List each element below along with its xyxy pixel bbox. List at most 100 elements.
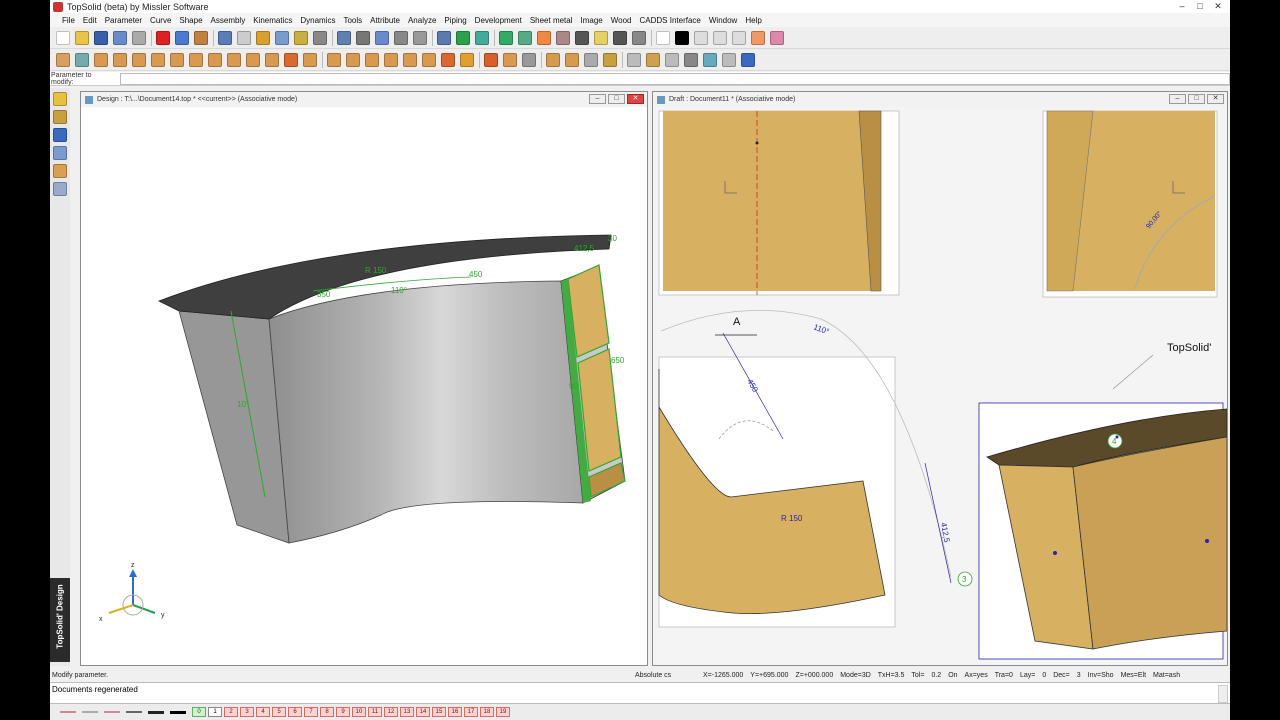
settings-gear-icon[interactable] bbox=[53, 182, 67, 196]
menu-image[interactable]: Image bbox=[581, 16, 603, 25]
color-picker-icon[interactable] bbox=[675, 30, 689, 45]
layer-2[interactable]: 2 bbox=[224, 707, 238, 717]
layer-0[interactable]: 0 bbox=[192, 707, 206, 717]
menu-cadds-interface[interactable]: CADDS Interface bbox=[640, 16, 701, 25]
texture-icon[interactable] bbox=[770, 30, 784, 45]
menu-development[interactable]: Development bbox=[475, 16, 522, 25]
wood-machining-icon[interactable] bbox=[565, 52, 579, 67]
wood-cut-icon[interactable] bbox=[246, 52, 260, 67]
render-icon[interactable] bbox=[499, 30, 513, 45]
wood-grid-icon[interactable] bbox=[75, 52, 89, 67]
design-3d-model[interactable]: R 150 110° 450 30 412,5 650 10° 350 90 z… bbox=[81, 107, 647, 665]
front-view-wood[interactable] bbox=[663, 111, 871, 291]
line-style-5[interactable] bbox=[148, 710, 164, 714]
new-document-icon[interactable] bbox=[56, 30, 70, 45]
layer-10[interactable]: 10 bbox=[352, 707, 366, 717]
material-icon[interactable] bbox=[751, 30, 765, 45]
minimize-button[interactable]: – bbox=[1174, 1, 1190, 12]
undo-icon[interactable] bbox=[175, 30, 189, 45]
wood-export-icon[interactable] bbox=[665, 52, 679, 67]
wood-catalog-icon[interactable] bbox=[646, 52, 660, 67]
line-style-4[interactable] bbox=[126, 711, 142, 713]
layer-4[interactable]: 4 bbox=[256, 707, 270, 717]
draft-pen-icon[interactable] bbox=[53, 110, 67, 124]
draft-viewport[interactable]: 90,00° A 110° 450 R 150 412,5 3 TopSolid… bbox=[653, 107, 1227, 665]
layer-17[interactable]: 17 bbox=[464, 707, 478, 717]
pencil-icon[interactable] bbox=[53, 92, 67, 106]
wood-mode-icon[interactable] bbox=[53, 164, 67, 178]
wood-dowel-icon[interactable] bbox=[346, 52, 360, 67]
delete-icon[interactable] bbox=[156, 30, 170, 45]
repair-icon[interactable] bbox=[275, 30, 289, 45]
symmetry-icon[interactable] bbox=[375, 30, 389, 45]
status-mode[interactable]: Mode=3D bbox=[840, 672, 871, 679]
wood-panel-icon[interactable] bbox=[56, 52, 70, 67]
wood-plan-icon[interactable] bbox=[703, 52, 717, 67]
page-icon[interactable] bbox=[656, 30, 670, 45]
status-dec-value[interactable]: 3 bbox=[1077, 672, 1081, 679]
color-icon[interactable] bbox=[537, 30, 551, 45]
fit-view-icon[interactable] bbox=[456, 30, 470, 45]
layer-11[interactable]: 11 bbox=[368, 707, 382, 717]
layer-15[interactable]: 15 bbox=[432, 707, 446, 717]
wood-drill-icon[interactable] bbox=[284, 52, 298, 67]
wood-arrow-icon[interactable] bbox=[722, 52, 736, 67]
print-icon[interactable] bbox=[113, 30, 127, 45]
measure-icon[interactable] bbox=[413, 30, 427, 45]
select-box-icon[interactable] bbox=[237, 30, 251, 45]
solid-cube-icon[interactable] bbox=[53, 128, 67, 142]
draft-minimize-button[interactable]: – bbox=[1169, 94, 1186, 104]
menu-shape[interactable]: Shape bbox=[179, 16, 202, 25]
line-style-1[interactable] bbox=[60, 711, 76, 713]
wood-gear-icon[interactable] bbox=[684, 52, 698, 67]
layer-3[interactable]: 3 bbox=[240, 707, 254, 717]
status-mat[interactable]: Mat=ash bbox=[1153, 672, 1180, 679]
layer-5[interactable]: 5 bbox=[272, 707, 286, 717]
layer-7[interactable]: 7 bbox=[304, 707, 318, 717]
layer-13[interactable]: 13 bbox=[400, 707, 414, 717]
wood-back-icon[interactable] bbox=[151, 52, 165, 67]
view-cube-icon[interactable] bbox=[475, 30, 489, 45]
wood-tool-icon[interactable] bbox=[603, 52, 617, 67]
coordinate-system[interactable]: Absolute cs bbox=[635, 672, 703, 679]
design-minimize-button[interactable]: – bbox=[589, 94, 606, 104]
dim-412-5[interactable]: 412,5 bbox=[574, 244, 595, 253]
wood-cam-icon[interactable] bbox=[403, 52, 417, 67]
menu-tools[interactable]: Tools bbox=[343, 16, 362, 25]
line-style-6[interactable] bbox=[170, 710, 186, 714]
wood-lamp-icon[interactable] bbox=[460, 52, 474, 67]
light-icon[interactable] bbox=[556, 30, 570, 45]
layer-19[interactable]: 19 bbox=[496, 707, 510, 717]
menu-piping[interactable]: Piping bbox=[444, 16, 466, 25]
dim-angle-10[interactable]: 10° bbox=[237, 400, 249, 409]
design-close-button[interactable]: ✕ bbox=[627, 94, 644, 104]
view-zoom-icon[interactable] bbox=[437, 30, 451, 45]
menu-analyze[interactable]: Analyze bbox=[408, 16, 436, 25]
dim-30[interactable]: 30 bbox=[608, 234, 617, 243]
curved-front-panel[interactable] bbox=[268, 280, 584, 544]
save-icon[interactable] bbox=[94, 30, 108, 45]
wood-drawer-icon[interactable] bbox=[189, 52, 203, 67]
dim-350[interactable]: 350 bbox=[317, 290, 331, 299]
wood-side-icon[interactable] bbox=[132, 52, 146, 67]
wood-part-icon[interactable] bbox=[627, 52, 641, 67]
menu-wood[interactable]: Wood bbox=[611, 16, 632, 25]
parameter-input[interactable] bbox=[119, 72, 1230, 85]
wood-joint-icon[interactable] bbox=[303, 52, 317, 67]
design-viewport[interactable]: R 150 110° 450 30 412,5 650 10° 350 90 z… bbox=[81, 107, 647, 665]
layer-14[interactable]: 14 bbox=[416, 707, 430, 717]
design-maximize-button[interactable]: □ bbox=[608, 94, 625, 104]
layer-8[interactable]: 8 bbox=[320, 707, 334, 717]
wood-handle-icon[interactable] bbox=[441, 52, 455, 67]
menu-edit[interactable]: Edit bbox=[83, 16, 97, 25]
menu-kinematics[interactable]: Kinematics bbox=[253, 16, 292, 25]
wrench-icon[interactable] bbox=[294, 30, 308, 45]
wood-nesting-icon[interactable] bbox=[546, 52, 560, 67]
design-mode-tab[interactable]: TopSolid' Design bbox=[50, 578, 70, 662]
layer-12[interactable]: 12 bbox=[384, 707, 398, 717]
menu-attribute[interactable]: Attribute bbox=[370, 16, 400, 25]
draft-drawing[interactable]: 90,00° A 110° 450 R 150 412,5 3 TopSolid… bbox=[653, 107, 1227, 665]
menu-assembly[interactable]: Assembly bbox=[211, 16, 246, 25]
layer-16[interactable]: 16 bbox=[448, 707, 462, 717]
message-scrollbar[interactable] bbox=[1218, 685, 1228, 703]
